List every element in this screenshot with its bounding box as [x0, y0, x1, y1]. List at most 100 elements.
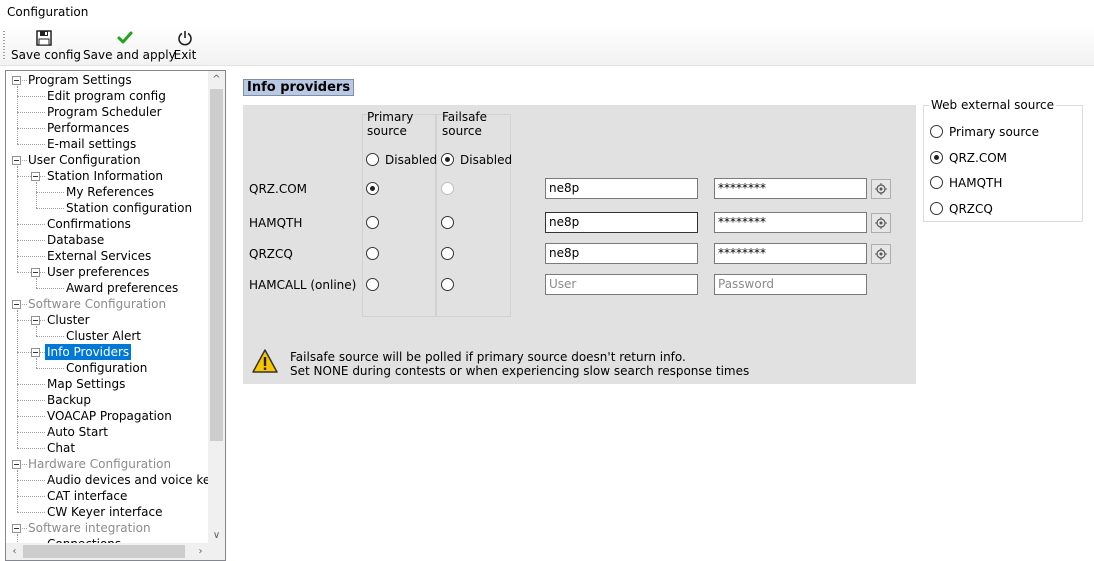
- primary-disabled-radio[interactable]: [366, 153, 379, 166]
- tree-item-external-services[interactable]: External Services: [47, 248, 151, 264]
- failsafe-disabled-radio[interactable]: [441, 153, 454, 166]
- tree-vertical-scrollbar[interactable]: ^ ∨: [208, 71, 225, 545]
- tree-connector: [17, 96, 45, 97]
- primary-radio-qrz-com[interactable]: [366, 182, 379, 195]
- tree-item-label: Station configuration: [66, 201, 193, 215]
- tree-item-label: Database: [47, 233, 105, 247]
- tree-connector: [22, 464, 27, 465]
- failsafe-radio-hamcall-online[interactable]: [441, 278, 454, 291]
- tree-item-confirmations[interactable]: Confirmations: [47, 216, 131, 232]
- tree-item-station-configuration[interactable]: Station configuration: [66, 200, 192, 216]
- tree-item-cluster-alert[interactable]: Cluster Alert: [66, 328, 141, 344]
- primary-radio-hamcall-online[interactable]: [366, 278, 379, 291]
- tree-connector: [17, 448, 45, 449]
- test-connection-button-qrz-com[interactable]: [871, 179, 891, 199]
- tree-connector: [36, 192, 64, 193]
- tree-item-program-scheduler[interactable]: Program Scheduler: [47, 104, 162, 120]
- tree-horizontal-scroll-thumb[interactable]: [23, 545, 185, 558]
- web-source-radio-qrz-com[interactable]: [930, 151, 943, 164]
- web-external-source-legend: Web external source: [929, 98, 1057, 112]
- tree-item-label: Hardware Configuration: [28, 457, 172, 471]
- scroll-down-arrow-icon[interactable]: ∨: [208, 527, 225, 544]
- tree-guide-line: [36, 326, 37, 336]
- tree-item-hardware-configuration[interactable]: Hardware Configuration: [28, 456, 171, 472]
- scroll-left-arrow-icon[interactable]: ‹: [6, 543, 23, 560]
- tree-collapse-toggle-icon[interactable]: [31, 172, 40, 181]
- tree-item-edit-program-config[interactable]: Edit program config: [47, 88, 166, 104]
- primary-radio-hamqth[interactable]: [366, 216, 379, 229]
- tree-item-chat[interactable]: Chat: [47, 440, 75, 456]
- tree-item-cluster[interactable]: Cluster: [47, 312, 90, 328]
- tree-item-station-information[interactable]: Station Information: [47, 168, 163, 184]
- tree-collapse-toggle-icon[interactable]: [31, 316, 40, 325]
- test-connection-button-qrzcq[interactable]: [871, 244, 891, 264]
- failsafe-radio-qrz-com[interactable]: [441, 182, 454, 195]
- crosshair-icon: [875, 183, 887, 195]
- tree-item-user-preferences[interactable]: User preferences: [47, 264, 149, 280]
- tree-connector: [22, 528, 27, 529]
- password-field-qrz-com[interactable]: ********: [714, 178, 867, 199]
- tree-collapse-toggle-icon[interactable]: [12, 76, 21, 85]
- failsafe-radio-hamqth[interactable]: [441, 216, 454, 229]
- tree-connector: [22, 80, 27, 81]
- tree-item-label: Map Settings: [47, 377, 126, 391]
- tree-item-e-mail-settings[interactable]: E-mail settings: [47, 136, 136, 152]
- toolbar-grip[interactable]: [3, 31, 5, 59]
- scroll-up-arrow-icon[interactable]: ^: [208, 71, 225, 88]
- tree-item-auto-start[interactable]: Auto Start: [47, 424, 108, 440]
- password-field-hamcall-online[interactable]: Password: [714, 274, 867, 295]
- web-source-label-hamqth: HAMQTH: [949, 176, 1003, 190]
- web-source-radio-hamqth[interactable]: [930, 176, 943, 189]
- web-source-radio-primary-source[interactable]: [930, 125, 943, 138]
- tree-guide-line: [17, 86, 18, 144]
- tree-connector: [17, 256, 45, 257]
- tree-guide-line: [36, 182, 37, 208]
- tree-collapse-toggle-icon[interactable]: [31, 348, 40, 357]
- tree-connector: [17, 480, 45, 481]
- tree-item-cat-interface[interactable]: CAT interface: [47, 488, 127, 504]
- tree-item-map-settings[interactable]: Map Settings: [47, 376, 125, 392]
- username-field-hamqth[interactable]: ne8p: [545, 212, 698, 233]
- tree-connector: [17, 384, 45, 385]
- warning-icon: [252, 349, 278, 373]
- tree-item-program-settings[interactable]: Program Settings: [28, 72, 132, 88]
- tree-collapse-toggle-icon[interactable]: [12, 300, 21, 309]
- tree-item-label: Software Configuration: [28, 297, 167, 311]
- tree-collapse-toggle-icon[interactable]: [31, 268, 40, 277]
- tree-connector: [36, 336, 64, 337]
- tree-item-audio-devices-and-voice-keyer[interactable]: Audio devices and voice keyer: [47, 472, 210, 488]
- provider-label-qrzcq: QRZCQ: [249, 247, 293, 261]
- tree-item-database[interactable]: Database: [47, 232, 104, 248]
- tree-item-cw-keyer-interface[interactable]: CW Keyer interface: [47, 504, 162, 520]
- tree-item-user-configuration[interactable]: User Configuration: [28, 152, 141, 168]
- password-field-hamqth[interactable]: ********: [714, 212, 867, 233]
- username-field-qrz-com[interactable]: ne8p: [545, 178, 698, 199]
- tree-item-software-configuration[interactable]: Software Configuration: [28, 296, 166, 312]
- username-field-qrzcq[interactable]: ne8p: [545, 243, 698, 264]
- tree-item-software-integration[interactable]: Software integration: [28, 520, 151, 536]
- exit-button[interactable]: Exit: [172, 30, 198, 64]
- username-field-hamcall-online[interactable]: User: [545, 274, 698, 295]
- tree-connector: [36, 368, 64, 369]
- tree-item-configuration[interactable]: Configuration: [66, 360, 147, 376]
- primary-radio-qrzcq[interactable]: [366, 247, 379, 260]
- settings-tree[interactable]: Program Settings Edit program config Progr…: [5, 70, 226, 561]
- tree-collapse-toggle-icon[interactable]: [12, 524, 21, 533]
- password-field-qrzcq[interactable]: ********: [714, 243, 867, 264]
- tree-item-voacap-propagation[interactable]: VOACAP Propagation: [47, 408, 172, 424]
- tree-vertical-scroll-thumb[interactable]: [210, 89, 223, 441]
- tree-item-award-preferences[interactable]: Award preferences: [66, 280, 178, 296]
- web-source-radio-qrzcq[interactable]: [930, 202, 943, 215]
- scroll-right-arrow-icon[interactable]: ›: [192, 543, 209, 560]
- save-config-button[interactable]: Save config: [11, 30, 81, 64]
- tree-horizontal-scrollbar[interactable]: ‹ ›: [6, 543, 225, 560]
- tree-item-performances[interactable]: Performances: [47, 120, 129, 136]
- test-connection-button-hamqth[interactable]: [871, 213, 891, 233]
- tree-collapse-toggle-icon[interactable]: [12, 156, 21, 165]
- save-and-apply-button[interactable]: Save and apply: [83, 30, 176, 64]
- failsafe-radio-qrzcq[interactable]: [441, 247, 454, 260]
- tree-item-info-providers[interactable]: Info Providers: [45, 344, 132, 360]
- tree-item-backup[interactable]: Backup: [47, 392, 91, 408]
- tree-item-my-references[interactable]: My References: [66, 184, 154, 200]
- tree-collapse-toggle-icon[interactable]: [12, 460, 21, 469]
